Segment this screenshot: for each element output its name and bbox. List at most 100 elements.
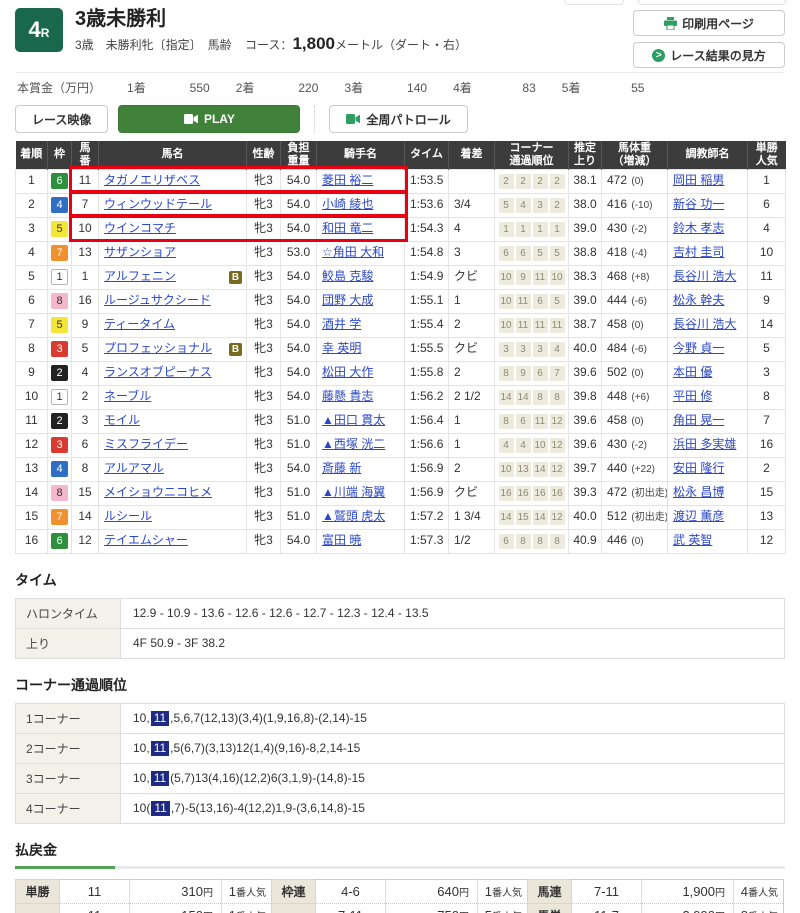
horse-name-link[interactable]: ウィンウッドテール (104, 198, 212, 211)
result-guide-button[interactable]: > レース結果の見方 (633, 42, 785, 68)
frame-badge: 5 (51, 221, 68, 237)
finish-position: 7 (16, 313, 48, 337)
horse-weight: 418 (-4) (602, 241, 668, 265)
jockey-link[interactable]: 富田 暁 (322, 533, 361, 547)
jockey-link[interactable]: 斎藤 新 (322, 461, 361, 475)
results-table: 着順枠馬 番馬名性齢負担 重量騎手名タイム着差コーナー 通過順位推定 上り馬体重… (15, 141, 786, 554)
horse-weight: 416 (-10) (602, 193, 668, 217)
jockey-link[interactable]: 団野 大成 (322, 293, 373, 307)
last-3f: 39.6 (569, 433, 602, 457)
trainer-link[interactable]: 渡辺 薫彦 (673, 509, 724, 523)
jockey-link[interactable]: ▲川端 海翼 (322, 485, 385, 499)
horse-name-link[interactable]: ウインコマチ (104, 222, 176, 235)
finish-position: 14 (16, 481, 48, 505)
trainer-link[interactable]: 長谷川 浩大 (673, 317, 736, 331)
horse-name-link[interactable]: アルアマル (104, 462, 164, 475)
trainer-link[interactable]: 本田 優 (673, 365, 712, 379)
trainer-cell: 岡田 稲男 (668, 169, 748, 193)
win-popularity: 4 (748, 217, 786, 241)
horse-name-cell: ルージュサクシード (99, 289, 247, 313)
horse-name-link[interactable]: ルシール (104, 510, 152, 523)
corner-positions-cell: 5432 (495, 193, 569, 217)
margin: 2 1/2 (449, 385, 495, 409)
frame-cell: 8 (48, 481, 72, 505)
payout-row: 単勝 11 310円 1番人気 枠連 4-6 640円 1番人気 馬連 7-11… (16, 879, 784, 903)
trainer-link[interactable]: 松永 幹夫 (673, 293, 724, 307)
carried-weight: 54.0 (281, 457, 317, 481)
horse-weight: 444 (-6) (602, 289, 668, 313)
frame-badge: 6 (51, 173, 68, 189)
play-button[interactable]: PLAY (118, 105, 300, 133)
corner-positions-cell: 3334 (495, 337, 569, 361)
result-row: 4 7 13 サザンショア 牝3 53.0 ☆角田 大和 1:54.8 3 66… (16, 241, 786, 265)
trainer-link[interactable]: 武 英智 (673, 533, 712, 547)
jockey-link[interactable]: 菱田 裕二 (322, 173, 373, 187)
trainer-link[interactable]: 角田 晃一 (673, 413, 724, 427)
horse-name-cell: ウインコマチ (99, 217, 247, 241)
finish-position: 8 (16, 337, 48, 361)
jockey-link[interactable]: ▲西塚 洸二 (322, 437, 385, 451)
jockey-link[interactable]: 酒井 学 (322, 317, 361, 331)
race-distance: 1,800 (292, 34, 335, 53)
race-video-button[interactable]: レース映像 (15, 105, 108, 133)
jockey-link[interactable]: 小崎 綾也 (322, 197, 373, 211)
horse-name-link[interactable]: ルージュサクシード (104, 294, 211, 307)
trainer-cell: 本田 優 (668, 361, 748, 385)
horse-name-cell: ネーブル (99, 385, 247, 409)
trainer-link[interactable]: 新谷 功一 (673, 197, 724, 211)
jockey-link[interactable]: ☆角田 大和 (322, 245, 384, 259)
horse-name-link[interactable]: ランスオブピーナス (104, 366, 212, 379)
patrol-video-button[interactable]: 全周パトロール (329, 105, 467, 133)
trainer-link[interactable]: 今野 貞一 (673, 341, 724, 355)
highlighted-horse-number: 11 (151, 801, 169, 816)
horse-name-link[interactable]: テイエムシャー (104, 534, 188, 547)
race-title: 3歳未勝利 (75, 8, 633, 30)
column-header: 馬名 (99, 141, 247, 169)
jockey-link[interactable]: ▲鷲頭 虎太 (322, 509, 385, 523)
horse-name-link[interactable]: メイショウニコヒメ (104, 486, 212, 499)
jockey-link[interactable]: 幸 英明 (322, 341, 361, 355)
trainer-link[interactable]: 浜田 多実雄 (673, 437, 736, 451)
margin: 3/4 (449, 193, 495, 217)
horse-name-cell: モイル (99, 409, 247, 433)
horse-name-link[interactable]: ミスフライデー (104, 438, 188, 451)
win-popularity: 10 (748, 241, 786, 265)
horse-name-link[interactable]: サザンショア (104, 246, 176, 259)
sex-age: 牝3 (247, 265, 281, 289)
trainer-link[interactable]: 岡田 稲男 (673, 173, 724, 187)
finish-time: 1:54.8 (405, 241, 449, 265)
horse-name-link[interactable]: ネーブル (104, 390, 151, 403)
finish-time: 1:54.9 (405, 265, 449, 289)
horse-name-link[interactable]: タガノエリザベス (104, 174, 200, 187)
horse-name-link[interactable]: ティータイム (104, 318, 175, 331)
margin: クビ (449, 265, 495, 289)
margin: 1 (449, 409, 495, 433)
last-3f: 40.0 (569, 505, 602, 529)
jockey-link[interactable]: ▲田口 貫太 (322, 413, 385, 427)
bet-type-bracket: 枠連 (272, 879, 316, 903)
trainer-link[interactable]: 松永 昌博 (673, 485, 724, 499)
result-row: 6 8 16 ルージュサクシード 牝3 54.0 団野 大成 1:55.1 1 … (16, 289, 786, 313)
jockey-link[interactable]: 松田 大作 (322, 365, 373, 379)
horse-weight: 484 (-6) (602, 337, 668, 361)
corner-positions-cell: 2222 (495, 169, 569, 193)
trainer-link[interactable]: 吉村 圭司 (673, 245, 724, 259)
trainer-link[interactable]: 安田 隆行 (673, 461, 724, 475)
trainer-link[interactable]: 鈴木 孝志 (673, 221, 724, 235)
trainer-link[interactable]: 平田 修 (673, 389, 712, 403)
result-row: 10 1 2 ネーブル 牝3 54.0 藤懸 貴志 1:56.2 2 1/2 1… (16, 385, 786, 409)
jockey-cell: ▲田口 貫太 (317, 409, 405, 433)
trainer-link[interactable]: 長谷川 浩大 (673, 269, 736, 283)
print-page-button[interactable]: 印刷用ページ (633, 10, 785, 36)
corner-positions-cell: 141488 (495, 385, 569, 409)
jockey-link[interactable]: 鮫島 克駿 (322, 269, 373, 283)
horse-name-link[interactable]: プロフェッショナル (104, 342, 212, 355)
horse-name-link[interactable]: モイル (104, 414, 140, 427)
finish-position: 9 (16, 361, 48, 385)
horse-name-cell: ティータイム (99, 313, 247, 337)
jockey-link[interactable]: 和田 竜二 (322, 221, 373, 235)
jockey-link[interactable]: 藤懸 貴志 (322, 389, 373, 403)
win-popularity: 5 (748, 337, 786, 361)
jockey-cell: 酒井 学 (317, 313, 405, 337)
horse-name-link[interactable]: アルフェニン (104, 270, 176, 283)
